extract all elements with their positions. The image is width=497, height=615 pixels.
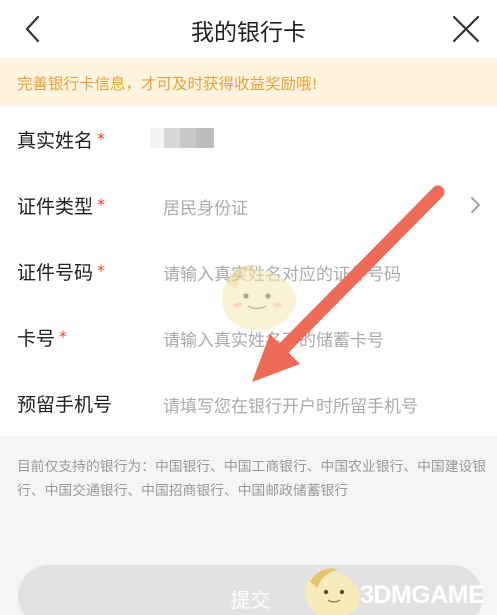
id-type-row[interactable]: 证件类型 * 居民身份证 (0, 172, 497, 238)
id-number-input[interactable]: 请输入真实姓名对应的证件号码 (163, 260, 401, 285)
page-title: 我的银行卡 (191, 20, 306, 46)
card-number-input[interactable]: 请输入真实姓名下的储蓄卡号 (163, 326, 384, 351)
watermark-text: 3DMGAME (360, 581, 485, 609)
tip-text: 完善银行卡信息，才可及时获得收益奖励哦! (17, 75, 318, 93)
id-number-label: 证件号码 * (17, 261, 106, 284)
nav-bar: 我的银行卡 (0, 0, 497, 58)
card-number-label: 卡号 * (17, 327, 68, 350)
phone-row[interactable]: 预留手机号 请填写您在银行开户时所留手机号 (0, 370, 497, 436)
id-number-row[interactable]: 证件号码 * 请输入真实姓名对应的证件号码 (0, 238, 497, 304)
required-mark: * (97, 195, 106, 214)
id-type-value[interactable]: 居民身份证 (163, 194, 248, 219)
required-mark: * (97, 261, 106, 280)
close-icon[interactable] (449, 12, 483, 46)
tip-banner: 完善银行卡信息，才可及时获得收益奖励哦! (0, 58, 497, 106)
id-type-label: 证件类型 * (17, 195, 106, 218)
supported-banks-notice: 目前仅支持的银行为：中国银行、中国工商银行、中国农业银行、中国建设银行、中国交通… (17, 459, 487, 499)
phone-input[interactable]: 请填写您在银行开户时所留手机号 (163, 392, 418, 417)
bank-card-form: 真实姓名 * 证件类型 * 居民身份证 证件号码 * 请输入真实姓名对应的证件号码 卡… (0, 106, 497, 436)
card-number-row[interactable]: 卡号 * 请输入真实姓名下的储蓄卡号 (0, 304, 497, 370)
phone-label: 预留手机号 (17, 394, 113, 416)
chevron-right-icon (471, 197, 480, 213)
masked-name-value (150, 128, 218, 148)
real-name-label: 真实姓名 * (17, 129, 106, 152)
required-mark: * (97, 129, 106, 148)
required-mark: * (59, 327, 68, 346)
real-name-row[interactable]: 真实姓名 * (0, 106, 497, 172)
